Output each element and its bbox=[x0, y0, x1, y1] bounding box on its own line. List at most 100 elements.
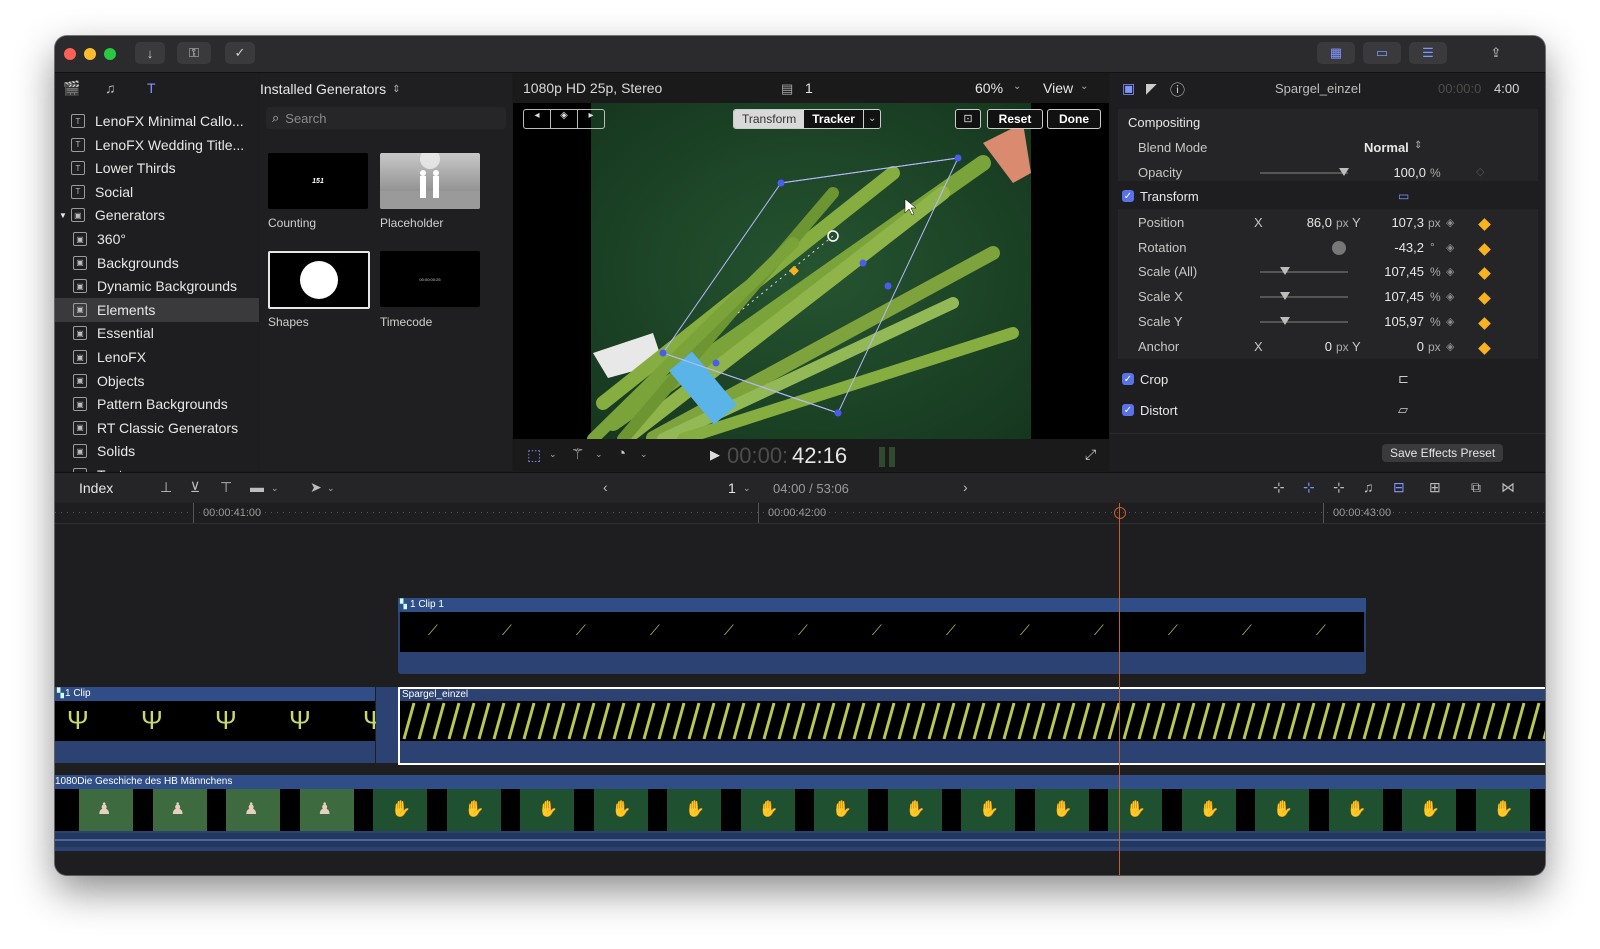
reset-button[interactable]: Reset bbox=[987, 109, 1043, 129]
chevron-updown-icon[interactable]: ⇕ bbox=[392, 84, 400, 95]
rotation-value[interactable]: -43,2 bbox=[1372, 240, 1424, 255]
sidebar-item[interactable]: ▣ Backgrounds bbox=[55, 251, 259, 275]
overwrite-clip-icon[interactable]: ▬ bbox=[250, 479, 264, 495]
close-window-button[interactable] bbox=[64, 48, 76, 60]
headphones-icon[interactable]: ♫ bbox=[1363, 479, 1374, 495]
forward-arrow-icon[interactable]: › bbox=[963, 479, 968, 495]
photos-audio-icon[interactable]: ♫ bbox=[105, 80, 116, 96]
connected-compound-clip[interactable]: 1 Clip 1 ▚ ⟋ ⟋ ⟋ ⟋ ⟋ ⟋ ⟋ ⟋ ⟋ ⟋ ⟋ ⟋ ⟋ bbox=[398, 598, 1366, 674]
titles-generators-icon[interactable]: T bbox=[147, 80, 156, 96]
keyframe-nav-icon[interactable]: ◈ bbox=[1446, 315, 1454, 328]
chevron-down-icon[interactable]: ⌄ bbox=[862, 110, 881, 128]
timecode-display[interactable]: 42:16 bbox=[792, 443, 847, 469]
position-y-value[interactable]: 107,3 bbox=[1372, 215, 1424, 230]
clip-appearance-icon[interactable]: ⊞ bbox=[1429, 479, 1441, 496]
fullscreen-icon[interactable]: ⤢ bbox=[1085, 446, 1096, 463]
sidebar-item[interactable]: ▣ LenoFX bbox=[55, 345, 259, 369]
opacity-value[interactable]: 100,0 bbox=[1376, 165, 1426, 180]
keyframe-nav-icon[interactable]: ◈ bbox=[1446, 241, 1454, 254]
sidebar-item[interactable]: ▣ Pattern Backgrounds bbox=[55, 392, 259, 416]
chevron-down-icon[interactable]: ⌄ bbox=[1013, 81, 1021, 92]
sidebar-item[interactable]: T Lower Thirds bbox=[55, 156, 259, 180]
anchor-x-value[interactable]: 0 bbox=[1278, 339, 1332, 354]
sidebar-item[interactable]: ▣ Objects bbox=[55, 369, 259, 393]
primary-storyline-clip[interactable]: 1080Die Geschiche des HB Männchens ♟ ♟ ♟ ♟ ✋… bbox=[55, 775, 1545, 851]
background-tasks-button[interactable]: ✓ bbox=[225, 42, 255, 64]
anchor-y-value[interactable]: 0 bbox=[1372, 339, 1424, 354]
generator-counting-thumb[interactable]: 151 bbox=[268, 153, 368, 209]
clapper-icon[interactable]: 🎬 bbox=[63, 80, 80, 97]
timeline[interactable]: 00:00:41:00 00:00:42:00 00:00:43:00 1 Cl… bbox=[55, 503, 1545, 875]
scale-y-value[interactable]: 105,97 bbox=[1366, 314, 1424, 329]
selected-clip-spargel[interactable]: Spargel_einzel bbox=[398, 687, 1545, 765]
show-browser-button[interactable]: ▦ bbox=[1317, 42, 1355, 64]
generator-timecode-thumb[interactable]: 00:00:00:25 bbox=[380, 251, 480, 307]
disclosure-triangle-icon[interactable]: ▼ bbox=[59, 211, 67, 220]
effects-browser-icon[interactable]: ⧉ bbox=[1471, 479, 1481, 496]
connect-clip-icon[interactable]: ⊥ bbox=[160, 479, 172, 496]
rotation-dial[interactable] bbox=[1332, 241, 1346, 255]
next-keyframe-icon[interactable]: ▸ bbox=[578, 110, 604, 128]
prev-keyframe-icon[interactable]: ◂ bbox=[524, 110, 551, 128]
speed-gauge-icon[interactable]: ◔ bbox=[617, 445, 626, 462]
search-field[interactable]: ⌕ Search bbox=[266, 107, 506, 129]
search-input[interactable]: Search bbox=[285, 111, 326, 126]
chevron-down-icon[interactable]: ⌄ bbox=[549, 449, 557, 460]
chevron-down-icon[interactable]: ⌄ bbox=[327, 483, 335, 494]
play-icon[interactable]: ▶ bbox=[710, 447, 720, 463]
insert-clip-icon[interactable]: ⊻ bbox=[190, 479, 200, 496]
scale-y-slider[interactable] bbox=[1260, 321, 1348, 323]
sidebar-item[interactable]: ▼ ▣ Generators bbox=[55, 203, 259, 227]
scale-x-slider[interactable] bbox=[1260, 296, 1348, 298]
sidebar-item[interactable]: ▣ RT Classic Generators bbox=[55, 416, 259, 440]
sidebar-item[interactable]: ▣ Dynamic Backgrounds bbox=[55, 274, 259, 298]
chevron-down-icon[interactable]: ⌄ bbox=[1080, 81, 1088, 92]
generator-placeholder-thumb[interactable] bbox=[380, 153, 480, 209]
crop-overlay-button[interactable]: ⊡ bbox=[955, 109, 981, 129]
append-clip-icon[interactable]: ⊤ bbox=[220, 479, 232, 496]
scale-x-slider-thumb[interactable] bbox=[1280, 292, 1290, 300]
sidebar-item[interactable]: T LenoFX Wedding Title... bbox=[55, 133, 259, 157]
snapping-icon[interactable]: ⊟ bbox=[1393, 479, 1405, 496]
save-effects-preset-button[interactable]: Save Effects Preset bbox=[1382, 444, 1504, 462]
index-button[interactable]: Index bbox=[79, 480, 113, 496]
keyframe-nav-icon[interactable]: ◈ bbox=[1446, 265, 1454, 278]
sidebar-item[interactable]: ▣ Elements bbox=[55, 297, 259, 322]
keyframe-nav-icon[interactable]: ◈ bbox=[1446, 216, 1454, 229]
back-arrow-icon[interactable]: ‹ bbox=[603, 479, 608, 495]
info-icon[interactable]: ⓘ bbox=[1170, 79, 1185, 100]
blend-mode-popup[interactable]: Normal bbox=[1364, 140, 1409, 155]
keyword-button[interactable]: ⚿ bbox=[177, 42, 211, 64]
generator-shapes-thumb[interactable] bbox=[268, 251, 370, 309]
keyframe-empty-icon[interactable]: ◇ bbox=[1476, 165, 1484, 178]
show-inspector-button[interactable]: ☰ bbox=[1409, 42, 1447, 64]
video-inspector-icon[interactable]: ▣ bbox=[1122, 80, 1135, 97]
sidebar-item[interactable]: T LenoFX Minimal Callo... bbox=[55, 109, 259, 133]
opacity-slider[interactable] bbox=[1260, 172, 1348, 174]
crop-onscreen-icon[interactable]: ⊏ bbox=[1398, 371, 1409, 387]
playhead[interactable] bbox=[1119, 503, 1120, 875]
keyframe-nav-icon[interactable]: ◈ bbox=[1446, 340, 1454, 353]
left-compound-clip[interactable]: ▚ 1 Clip ΨΨΨΨΨ bbox=[55, 687, 385, 763]
scale-y-slider-thumb[interactable] bbox=[1280, 317, 1290, 325]
playhead-handle[interactable] bbox=[1114, 507, 1126, 519]
zoom-window-button[interactable] bbox=[104, 48, 116, 60]
tracker-mode-button[interactable]: Tracker bbox=[804, 110, 863, 128]
position-x-value[interactable]: 86,0 bbox=[1278, 215, 1332, 230]
viewer-canvas[interactable]: ◂ ◈ ▸ Transform Tracker ⌄ ⊡ Reset Done bbox=[513, 103, 1109, 439]
transform-checkbox[interactable]: ✓ bbox=[1122, 190, 1134, 202]
sidebar-item[interactable]: ▣ 360° bbox=[55, 227, 259, 251]
distort-checkbox[interactable]: ✓ bbox=[1122, 404, 1134, 416]
scale-x-value[interactable]: 107,45 bbox=[1366, 289, 1424, 304]
sidebar-item[interactable]: ▣ Essential bbox=[55, 321, 259, 345]
transform-mode-button[interactable]: Transform bbox=[734, 110, 805, 128]
color-inspector-icon[interactable]: ◤ bbox=[1146, 80, 1157, 97]
skimming-icon[interactable]: ⊹ bbox=[1303, 479, 1315, 496]
distort-onscreen-icon[interactable]: ▱ bbox=[1398, 402, 1408, 418]
timeline-page[interactable]: 1 bbox=[728, 480, 736, 496]
sidebar-item[interactable]: T Social bbox=[55, 180, 259, 204]
chevron-down-icon[interactable]: ⌄ bbox=[595, 449, 603, 460]
share-button[interactable]: ⇪ bbox=[1481, 42, 1511, 64]
scale-all-value[interactable]: 107,45 bbox=[1366, 264, 1424, 279]
solo-icon[interactable]: ⊹ bbox=[1333, 479, 1345, 496]
